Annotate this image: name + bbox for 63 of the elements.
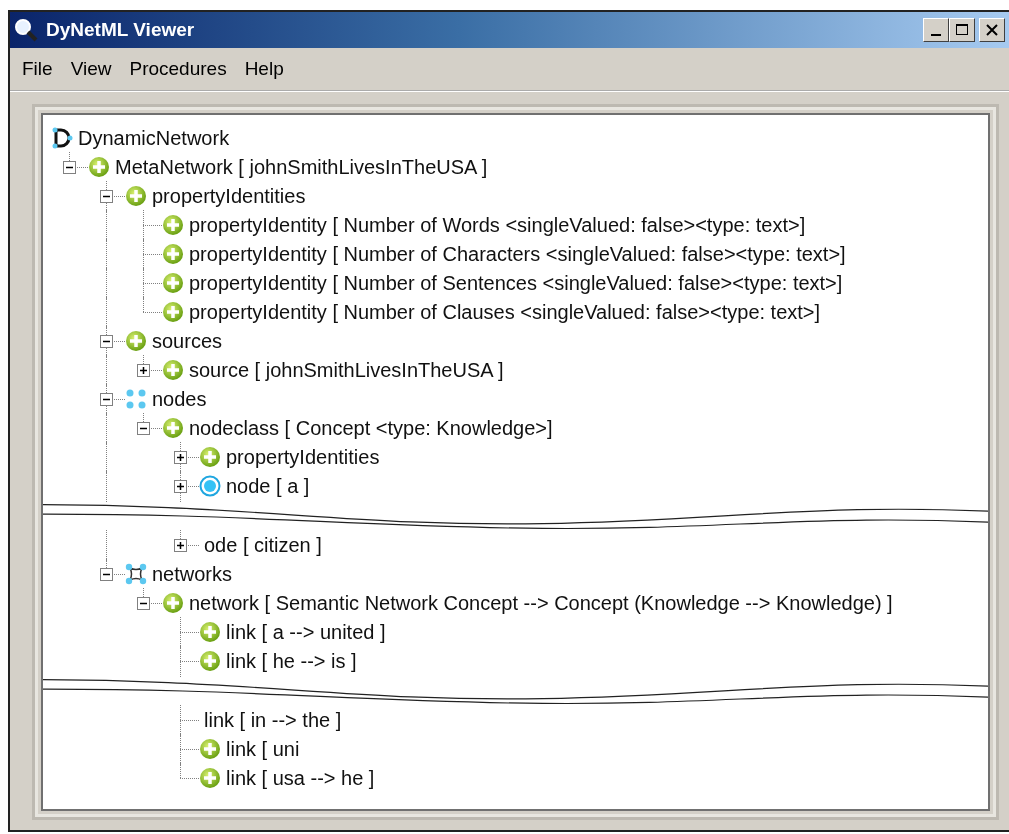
plus-icon — [162, 271, 184, 294]
maximize-button[interactable] — [949, 18, 975, 42]
tree-item-label[interactable]: nodeclass [ Concept <type: Knowledge>] — [189, 412, 553, 443]
maximize-icon — [955, 23, 969, 37]
plus-icon — [199, 766, 221, 789]
tree-item-label[interactable]: propertyIdentity [ Number of Characters <singleValued: false><type: text>] — [189, 238, 846, 269]
tree-item-label[interactable]: networks — [152, 558, 233, 589]
tree-item-label[interactable]: ode [ citizen ] — [204, 529, 322, 560]
menu-item[interactable]: Procedures — [121, 52, 237, 86]
menu-item[interactable]: File — [14, 52, 63, 86]
plus-icon — [162, 213, 184, 236]
tree-item-label[interactable]: MetaNetwork [ johnSmithLivesInTheUSA ] — [115, 151, 488, 182]
close-button[interactable] — [979, 18, 1005, 42]
tree-item-label[interactable]: propertyIdentities — [226, 441, 380, 472]
plus-icon — [199, 620, 221, 643]
minimize-button[interactable] — [923, 18, 949, 42]
tree-item-label[interactable]: sources — [152, 325, 223, 356]
plus-icon — [162, 242, 184, 265]
plus-icon — [162, 591, 184, 614]
plus-icon — [162, 416, 184, 439]
collapse-icon[interactable] — [100, 568, 113, 581]
tree-item-label[interactable]: link [ usa --> he ] — [226, 762, 375, 793]
expand-icon[interactable] — [174, 480, 187, 493]
collapse-icon[interactable] — [100, 190, 113, 203]
collapse-icon[interactable] — [100, 335, 113, 348]
plus-icon — [125, 184, 147, 207]
collapse-icon[interactable] — [63, 161, 76, 174]
network-root-icon — [51, 126, 73, 149]
expand-icon[interactable] — [137, 364, 150, 377]
menu-item[interactable]: Help — [236, 52, 294, 86]
expand-icon[interactable] — [174, 451, 187, 464]
network-square-icon — [125, 562, 147, 585]
collapse-icon[interactable] — [137, 597, 150, 610]
tree-item-label[interactable]: node [ a ] — [226, 470, 310, 501]
expand-icon[interactable] — [174, 539, 187, 552]
tree-item-label[interactable]: network [ Semantic Network Concept --> Concept (Knowledge --> Knowledge) ] — [189, 587, 893, 618]
tree-item-label[interactable]: link [ in --> the ] — [204, 704, 342, 735]
plus-icon — [199, 445, 221, 468]
collapse-icon[interactable] — [100, 393, 113, 406]
tree-item-label[interactable]: propertyIdentity [ Number of Words <singleValued: false><type: text>] — [189, 209, 806, 240]
circle-node-icon — [199, 474, 221, 497]
minimize-icon — [931, 34, 941, 36]
plus-icon — [162, 300, 184, 323]
tree-item-label[interactable]: nodes — [152, 383, 207, 414]
tree-item-label[interactable]: link [ he --> is ] — [226, 645, 357, 676]
dots-icon — [125, 387, 147, 410]
plus-icon — [88, 155, 110, 178]
window-title: DyNetML Viewer — [46, 17, 195, 42]
tree-item-label[interactable]: propertyIdentities — [152, 180, 306, 211]
magnifier-icon — [14, 18, 38, 42]
plus-icon — [162, 358, 184, 381]
tree-item-label[interactable]: DynamicNetwork — [78, 122, 230, 153]
tree-item-label[interactable]: propertyIdentity [ Number of Clauses <singleValued: false><type: text>] — [189, 296, 821, 327]
collapse-icon[interactable] — [137, 422, 150, 435]
close-icon — [985, 23, 999, 37]
plus-icon — [199, 649, 221, 672]
tree-item-label[interactable]: propertyIdentity [ Number of Sentences <singleValued: false><type: text>] — [189, 267, 843, 298]
plus-icon — [125, 329, 147, 352]
tree-item-label[interactable]: source [ johnSmithLivesInTheUSA ] — [189, 354, 504, 385]
plus-icon — [199, 737, 221, 760]
tree-item-label[interactable]: link [ uni — [226, 733, 300, 764]
menu-item[interactable]: View — [62, 52, 122, 86]
tree-item-label[interactable]: link [ a --> united ] — [226, 616, 386, 647]
